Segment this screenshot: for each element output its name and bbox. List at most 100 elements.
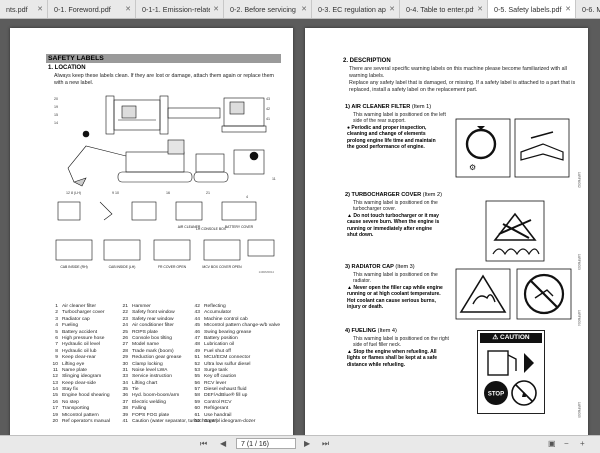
label-index-text: Lifting eye — [62, 361, 85, 367]
label-index-text: Safety rear window — [132, 316, 174, 322]
label-index-text: Key off caution — [204, 374, 237, 380]
svg-text:15: 15 — [54, 113, 58, 117]
fit-page-icon[interactable]: ▣ — [548, 439, 556, 448]
radiator-cap-pictogram — [455, 268, 572, 320]
pictogram-code: 14RFM004 — [577, 310, 581, 326]
previous-page-icon[interactable]: ◀ — [220, 439, 226, 448]
svg-text:21: 21 — [206, 191, 210, 195]
document-viewer[interactable]: SAFETY LABELS 1. LOCATION Always keep th… — [0, 19, 600, 452]
close-icon[interactable]: ✕ — [213, 5, 219, 13]
label-index-number: 20 — [52, 419, 58, 425]
first-page-icon[interactable]: ⏮ — [200, 439, 207, 449]
close-icon[interactable]: ✕ — [565, 5, 571, 13]
item-desc: This warning label is positioned on the … — [353, 112, 446, 125]
label-index-text: Swing bearing grease — [204, 329, 252, 335]
cab-inside-lh-caption: CAB INSIDE (LH) — [109, 265, 136, 269]
item-title: 2) TURBOCHARGER COVER (Item 2) — [345, 192, 585, 198]
battery-cover-caption: BATTERY COVER — [225, 225, 254, 229]
label-index-row: 20 Ref operator's manual — [46, 419, 110, 425]
label-item-fueling: 4) FUELING (Item 4) This warning label i… — [345, 328, 585, 368]
label-index-text: No step — [62, 399, 79, 405]
tab-label: nts.pdf — [6, 4, 28, 14]
item-ref: (Item 3) — [395, 264, 415, 270]
close-icon[interactable]: ✕ — [301, 5, 307, 13]
next-page-icon[interactable]: ▶ — [304, 439, 310, 448]
label-index-text: Reduction gear grease — [132, 355, 182, 361]
fueling-caution-label: ⚠ CAUTION STOP — [477, 330, 545, 414]
label-item-turbocharger: 2) TURBOCHARGER COVER (Item 2) This warn… — [345, 192, 585, 238]
label-index-text: Air cleaner filter — [62, 304, 96, 309]
label-index-row: 62 Control ideogram-dozer — [188, 419, 280, 425]
tab-label: 0-3. EC regulation ap... — [318, 4, 387, 14]
label-index-text: Accumulator — [204, 310, 232, 316]
close-icon[interactable]: ✕ — [37, 5, 43, 13]
description-text-2: Replace any safety label that is damaged… — [349, 80, 576, 93]
tab-label: 0-6. Ma — [582, 4, 600, 14]
description-heading: 2. DESCRIPTION — [343, 58, 391, 64]
close-icon[interactable]: ✕ — [477, 5, 483, 13]
label-index-text: Use handrail — [204, 412, 232, 418]
item-desc: This warning label is positioned on the … — [353, 272, 438, 285]
item-ref: (Item 2) — [422, 192, 442, 198]
tab-label: 0-1. Foreword.pdf — [54, 4, 111, 14]
svg-text:42: 42 — [266, 107, 270, 111]
label-index-text: Fuel shut off — [204, 348, 231, 354]
label-index-number: 41 — [122, 419, 128, 425]
item-title-text: 1) AIR CLEANER FILTER — [345, 104, 411, 110]
tab-foreword[interactable]: 0-1. Foreword.pdf ✕ — [48, 0, 136, 18]
svg-text:4: 4 — [246, 195, 248, 199]
description-text-1: There are several specific warning label… — [349, 66, 567, 79]
location-heading: 1. LOCATION — [48, 65, 86, 71]
page-navigation-bar: ⏮ ◀ 7 (1 / 16) ▶ ⏭ ▣ − + — [0, 435, 600, 453]
tab-ma[interactable]: 0-6. Ma — [576, 0, 600, 18]
tab-before-servicing[interactable]: 0-2. Before servicing t...✕ — [224, 0, 312, 18]
label-index-text: Hydraulic oil lub — [62, 348, 97, 354]
excavator-label-location-figure: 20191514 434241 411 12 8 (LH) 9 10 16 21 A… — [54, 95, 276, 274]
label-index-text: Slinging ideogram — [62, 374, 102, 380]
tab-emission[interactable]: 0-1-1. Emission-relate...✕ — [136, 0, 224, 18]
figure-code: 14FRM0014 — [259, 270, 275, 274]
caution-word: CAUTION — [500, 334, 530, 341]
item-ref: (Item 4) — [377, 328, 397, 334]
page-left: SAFETY LABELS 1. LOCATION Always keep th… — [10, 28, 293, 452]
tab-label: 0-1-1. Emission-relate... — [142, 4, 210, 14]
hot-surface-pictogram — [485, 200, 545, 262]
label-index-text: High pressure hose — [62, 335, 105, 341]
label-index-text: Tie — [132, 387, 139, 393]
tab-table-to-enter[interactable]: 0-4. Table to enter.pdf ✕ — [400, 0, 488, 18]
label-index-text: Turbocharger cover — [62, 310, 105, 316]
item-ref: (Item 1) — [411, 104, 432, 110]
label-index-text: Stay fix — [62, 387, 79, 393]
label-index-text: Console box tilting — [132, 335, 172, 341]
page-number-input[interactable]: 7 (1 / 16) — [236, 438, 296, 449]
label-index-text: Control ideogram-dozer — [204, 419, 256, 425]
section-header-bar: SAFETY LABELS — [46, 54, 281, 63]
label-index-text: MCU/ECM connector — [204, 355, 251, 361]
close-icon[interactable]: ✕ — [125, 5, 131, 13]
label-index-text: Refrigerant — [204, 406, 229, 412]
item-bullet: ▲ Stop the engine when refueling. All li… — [347, 348, 438, 368]
caution-banner: ⚠ CAUTION — [480, 333, 542, 343]
label-column-3: 42 Reflecting 43 Accumulator 44 Machine contr… — [188, 304, 281, 425]
tab-ec-regulation[interactable]: 0-3. EC regulation ap... ✕ — [312, 0, 400, 18]
label-index-text: Ultra low sulfur diesel — [204, 361, 251, 367]
item-bullet: ▲ Never open the filler cap while engine… — [347, 284, 443, 311]
label-index-text: Air conditioner filter — [132, 323, 174, 329]
zoom-out-icon[interactable]: − — [564, 439, 569, 448]
tab-contents[interactable]: nts.pdf ✕ — [0, 0, 48, 18]
label-index-text: Battery accident — [62, 329, 98, 335]
cab-inside-rh-caption: CAB INSIDE (RH) — [60, 265, 87, 269]
label-index-text: MIcontrol pattern change-w/b valve — [204, 323, 281, 329]
label-index-text: Model name — [132, 342, 159, 348]
close-icon[interactable]: ✕ — [389, 5, 395, 13]
label-index-text: FOPS FOG plate — [132, 412, 170, 418]
zoom-in-icon[interactable]: + — [580, 439, 585, 448]
label-index-text: Service instruction — [132, 374, 172, 380]
item-desc: This warning label is positioned on the … — [353, 200, 438, 213]
label-index-text: Control RCV — [204, 399, 232, 405]
tab-safety-labels[interactable]: 0-5. Safety labels.pdf ✕ — [488, 0, 576, 18]
last-page-icon[interactable]: ⏭ — [322, 439, 329, 449]
label-index-text: Reflecting — [204, 304, 226, 309]
tab-label: 0-5. Safety labels.pdf — [494, 4, 562, 14]
pictogram-code: 14RFM002 — [577, 172, 581, 188]
